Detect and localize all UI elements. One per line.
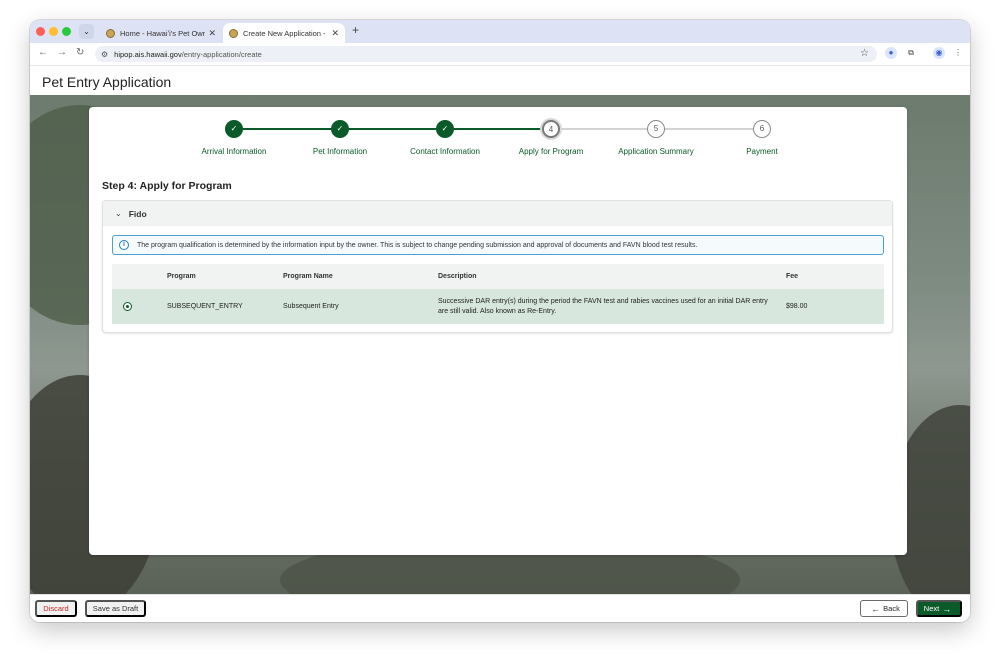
reload-icon[interactable]: ↻ (76, 47, 84, 58)
step-label-apply: Apply for Program (518, 147, 584, 156)
close-tab-icon[interactable]: ✕ (208, 28, 216, 39)
tab-title: Home - Hawaiʻi's Pet Owner Portal (120, 28, 206, 38)
save-as-draft-button[interactable]: Save as Draft (85, 600, 146, 617)
bookmark-star-icon[interactable]: ☆ (860, 48, 869, 59)
pet-name: Fido (128, 208, 147, 219)
step-label-arrival: Arrival Information (201, 147, 267, 156)
puzzle-extensions-icon[interactable]: ⧉ (905, 47, 917, 59)
step-3-check-icon[interactable]: ✓ (436, 120, 454, 138)
site-settings-icon[interactable]: ⚙ (101, 50, 108, 59)
new-tab-plus-icon[interactable]: + (352, 23, 359, 37)
back-button-label: Back (883, 604, 900, 613)
page-title: Pet Entry Application (42, 74, 172, 90)
arrow-right-icon: → (942, 603, 952, 614)
maximize-window-button[interactable] (62, 27, 71, 36)
site-favicon-icon (229, 28, 238, 38)
step-connector (656, 128, 762, 130)
extension-icon[interactable]: ● (885, 47, 897, 59)
column-header-program: Program (167, 273, 196, 280)
step-connector (234, 128, 340, 130)
program-table: Program Program Name Description Fee SUB… (112, 264, 884, 324)
step-5-indicator: 5 (647, 120, 665, 138)
action-bar: Discard Save as Draft ← Back Next → (30, 594, 970, 622)
step-2-check-icon[interactable]: ✓ (331, 120, 349, 138)
chevron-down-icon: ⌄ (115, 209, 122, 218)
application-card: ✓ ✓ ✓ 4 5 6 Arrival Information Pet Info… (89, 107, 907, 555)
column-header-fee: Fee (786, 273, 799, 280)
profile-avatar-icon[interactable]: ◉ (933, 47, 945, 59)
column-header-description: Description (438, 273, 477, 280)
next-button-label: Next (923, 604, 940, 613)
pet-accordion-header[interactable]: ⌄ Fido (103, 201, 892, 226)
info-message: The program qualification is determined … (137, 241, 698, 249)
step-label-contact: Contact Information (410, 147, 480, 156)
progress-stepper: ✓ ✓ ✓ 4 5 6 Arrival Information Pet Info… (89, 107, 907, 177)
program-radio-selected[interactable] (123, 302, 132, 311)
step-label-pet: Pet Information (312, 147, 368, 156)
program-fee: $98.00 (786, 303, 808, 310)
back-arrow-icon[interactable]: ← (38, 47, 48, 58)
browser-tab-create-application[interactable]: Create New Application - Hawaiʻi's Pet O… (223, 23, 345, 43)
close-tab-icon[interactable]: ✕ (331, 28, 339, 39)
background-scene: ✓ ✓ ✓ 4 5 6 Arrival Information Pet Info… (30, 95, 970, 594)
step-6-indicator: 6 (753, 120, 771, 138)
more-menu-icon[interactable]: ⋮ (952, 47, 964, 59)
step-connector (551, 128, 656, 130)
step-4-indicator: 4 (542, 120, 560, 138)
forward-arrow-icon[interactable]: → (57, 47, 67, 58)
step-connector (340, 128, 446, 130)
browser-toolbar: ← → ↻ ⚙ hipop.ais.hawaii.gov/entry-appli… (30, 43, 970, 65)
program-name: Subsequent Entry (283, 303, 339, 310)
app-header: Pet Entry Application (30, 65, 970, 95)
back-button[interactable]: ← Back (860, 600, 908, 617)
address-bar[interactable]: ⚙ hipop.ais.hawaii.gov/entry-application… (95, 46, 877, 62)
program-description: Successive DAR entry(s) during the perio… (438, 297, 768, 315)
table-header-row: Program Program Name Description Fee (112, 264, 884, 289)
info-icon: i (119, 240, 129, 250)
arrow-left-icon: ← (871, 603, 881, 614)
minimize-window-button[interactable] (49, 27, 58, 36)
step-label-payment: Payment (746, 147, 778, 156)
step-label-summary: Application Summary (618, 147, 694, 156)
info-alert: i The program qualification is determine… (112, 235, 884, 255)
url-text: hipop.ais.hawaii.gov/entry-application/c… (114, 49, 262, 59)
site-favicon-icon (106, 28, 115, 38)
tab-strip: ⌄ Home - Hawaiʻi's Pet Owner Portal ✕ Cr… (30, 20, 970, 43)
column-header-program-name: Program Name (283, 273, 333, 280)
next-button[interactable]: Next → (916, 600, 962, 617)
tab-search-chevron-icon[interactable]: ⌄ (79, 24, 94, 39)
program-code: SUBSEQUENT_ENTRY (167, 303, 243, 310)
table-row[interactable]: SUBSEQUENT_ENTRY Subsequent Entry Succes… (112, 289, 884, 324)
pet-accordion: ⌄ Fido i The program qualification is de… (102, 200, 893, 333)
step-connector (446, 128, 551, 130)
browser-window: ⌄ Home - Hawaiʻi's Pet Owner Portal ✕ Cr… (30, 20, 970, 622)
tab-title: Create New Application - Hawaiʻi's Pet O… (243, 28, 328, 38)
close-window-button[interactable] (36, 27, 45, 36)
step-heading: Step 4: Apply for Program (102, 180, 232, 192)
browser-tab-home[interactable]: Home - Hawaiʻi's Pet Owner Portal ✕ (100, 23, 222, 43)
discard-button[interactable]: Discard (35, 600, 77, 617)
step-1-check-icon[interactable]: ✓ (225, 120, 243, 138)
